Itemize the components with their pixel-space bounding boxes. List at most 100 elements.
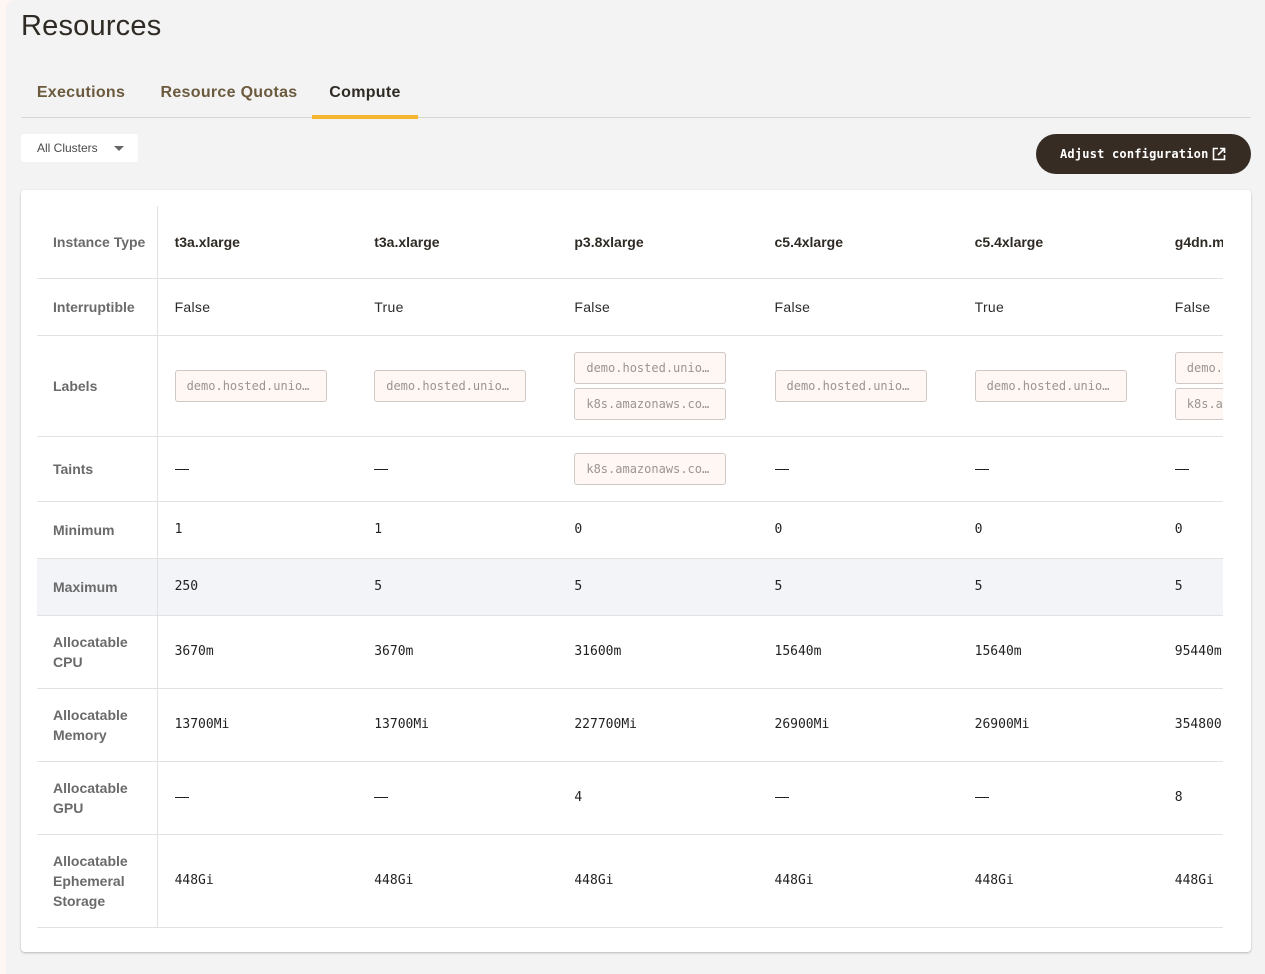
memory-cell: 13700Mi: [374, 717, 430, 732]
cluster-select-value: All Clusters: [37, 141, 98, 155]
row-interruptible: Interruptible False True False False True Fals…: [37, 278, 1223, 335]
row-allocatable-gpu: Allocatable GPU 4 8: [37, 761, 1223, 834]
gpu-cell: 8: [1174, 790, 1183, 805]
taints-cell: k8s.amazonaws.co…: [557, 436, 757, 501]
instance-type-header: c5.4xlarge: [974, 233, 1044, 250]
row-minimum: Minimum 1 1 0 0 0 0: [37, 501, 1223, 558]
page-title: Resources: [21, 10, 162, 42]
instance-type-header: t3a.xlarge: [174, 233, 240, 250]
caret-down-icon: [114, 146, 124, 151]
interruptible-cell: False: [774, 298, 811, 315]
label-chip[interactable]: demo.hosted.unio…: [574, 351, 727, 384]
gpu-cell: [758, 761, 958, 834]
minimum-cell: 0: [574, 522, 583, 537]
minimum-cell: 0: [974, 522, 983, 537]
empty-dash: [774, 469, 789, 471]
label-chip[interactable]: demo.hosted.unio…: [974, 369, 1127, 402]
row-labels: Labels demo.hosted.unio… demo.hosted.unio……: [37, 335, 1223, 436]
minimum-cell: 1: [174, 522, 183, 537]
instance-type-header: c5.4xlarge: [774, 233, 844, 250]
ephemeral-cell: 448Gi: [374, 873, 414, 888]
cpu-cell: 3670m: [374, 644, 414, 659]
row-allocatable-ephemeral-storage: Allocatable Ephemeral Storage 448Gi 448Gi 4…: [37, 834, 1223, 927]
row-instance-type: Instance Type t3a.xlarge t3a.xlarge p3.8xla…: [37, 206, 1223, 278]
labels-cell: demo.hosted.unio…: [357, 335, 557, 436]
taints-cell: [1158, 436, 1223, 501]
ephemeral-cell: 448Gi: [1174, 873, 1214, 888]
row-taints: Taints k8s.amazonaws.co…: [37, 436, 1223, 501]
gpu-cell: [157, 761, 357, 834]
empty-dash: [174, 469, 189, 471]
labels-cell: demo.hosted.unio…: [157, 335, 357, 436]
cpu-cell: 31600m: [574, 644, 622, 659]
tab-resource-quotas[interactable]: Resource Quotas: [157, 76, 301, 118]
taints-cell: [958, 436, 1158, 501]
label-chip[interactable]: demo.hosted.unio…: [174, 369, 327, 402]
label-chip[interactable]: k8s.a: [1174, 387, 1223, 420]
interruptible-cell: True: [974, 298, 1005, 315]
row-header: Allocatable CPU: [37, 615, 158, 688]
row-header: Allocatable Memory: [37, 688, 158, 761]
compute-table: Instance Type t3a.xlarge t3a.xlarge p3.8xla…: [37, 206, 1223, 928]
empty-dash: [1174, 469, 1189, 471]
taints-cell: [157, 436, 357, 501]
external-link-icon: [1212, 147, 1226, 161]
tab-executions[interactable]: Executions: [21, 76, 141, 118]
tab-compute[interactable]: Compute: [312, 76, 418, 119]
interruptible-cell: False: [574, 298, 611, 315]
compute-card: Instance Type t3a.xlarge t3a.xlarge p3.8xla…: [21, 190, 1251, 952]
maximum-cell: 5: [574, 579, 583, 594]
ephemeral-cell: 448Gi: [574, 873, 614, 888]
row-header: Minimum: [37, 501, 158, 558]
empty-dash: [374, 797, 389, 798]
label-chip[interactable]: demo.hosted.unio…: [774, 369, 927, 402]
cpu-cell: 15640m: [774, 644, 822, 659]
row-header: Allocatable GPU: [37, 761, 158, 834]
interruptible-cell: False: [174, 298, 211, 315]
ephemeral-cell: 448Gi: [174, 873, 214, 888]
instance-type-header: g4dn.m: [1174, 233, 1223, 250]
label-chip[interactable]: demo.: [1174, 351, 1223, 384]
maximum-cell: 5: [774, 579, 783, 594]
labels-cell: demo.hosted.unio…: [758, 335, 958, 436]
memory-cell: 354800: [1174, 717, 1222, 732]
instance-type-header: p3.8xlarge: [574, 233, 644, 250]
empty-dash: [974, 469, 989, 471]
resources-page: Resources Executions Resource Quotas Com…: [6, 0, 1265, 974]
gpu-cell: [357, 761, 557, 834]
empty-dash: [174, 797, 189, 798]
labels-cell: demo. k8s.a: [1158, 335, 1223, 436]
taints-cell: [357, 436, 557, 501]
cpu-cell: 3670m: [174, 644, 214, 659]
minimum-cell: 0: [1174, 522, 1183, 537]
empty-dash: [774, 797, 789, 798]
taint-chip[interactable]: k8s.amazonaws.co…: [574, 452, 727, 485]
compute-table-scroll[interactable]: Instance Type t3a.xlarge t3a.xlarge p3.8xla…: [37, 206, 1223, 928]
maximum-cell: 5: [1174, 579, 1183, 594]
cpu-cell: 15640m: [974, 644, 1022, 659]
row-header: Instance Type: [37, 206, 158, 278]
empty-dash: [974, 797, 989, 798]
label-chip[interactable]: demo.hosted.unio…: [374, 369, 527, 402]
cluster-select[interactable]: All Clusters: [21, 134, 138, 162]
row-allocatable-cpu: Allocatable CPU 3670m 3670m 31600m 15640m 156…: [37, 615, 1223, 688]
adjust-configuration-button[interactable]: Adjust configuration: [1036, 134, 1251, 174]
memory-cell: 26900Mi: [974, 717, 1030, 732]
row-header: Taints: [37, 436, 158, 501]
gpu-cell: [958, 761, 1158, 834]
row-maximum: Maximum 250 5 5 5 5 5: [37, 558, 1223, 615]
gpu-cell: 4: [574, 790, 583, 805]
label-chip[interactable]: k8s.amazonaws.co…: [574, 387, 727, 420]
ephemeral-cell: 448Gi: [974, 873, 1014, 888]
ephemeral-cell: 448Gi: [774, 873, 814, 888]
maximum-cell: 5: [374, 579, 383, 594]
maximum-cell: 5: [974, 579, 983, 594]
row-header: Labels: [37, 335, 158, 436]
row-header: Maximum: [37, 558, 158, 615]
row-header: Interruptible: [37, 278, 158, 335]
taints-cell: [758, 436, 958, 501]
labels-cell: demo.hosted.unio…: [958, 335, 1158, 436]
memory-cell: 26900Mi: [774, 717, 830, 732]
minimum-cell: 0: [774, 522, 783, 537]
row-header: Allocatable Ephemeral Storage: [37, 834, 158, 927]
